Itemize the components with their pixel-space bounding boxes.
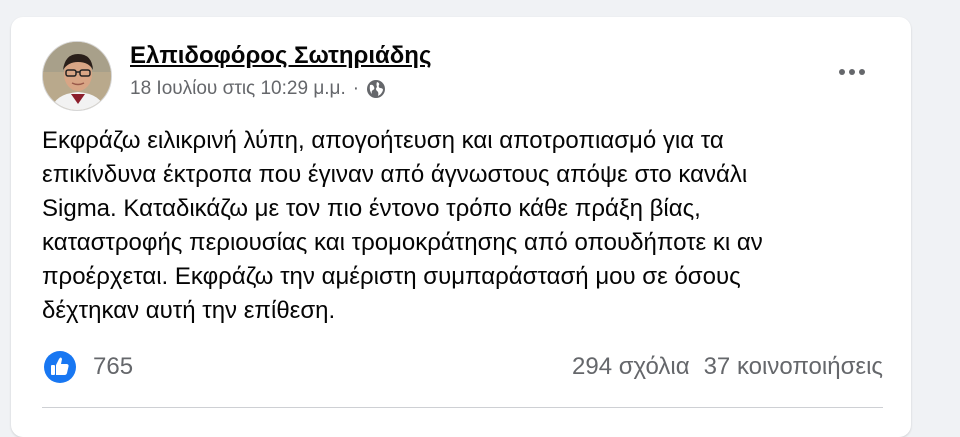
- engagement-counts: 294 σχόλια 37 κοινοποιήσεις: [572, 353, 883, 381]
- post-text-line: επικίνδυνα έκτροπα που έγιναν από άγνωστ…: [42, 161, 748, 188]
- more-options-icon-dot: [849, 69, 855, 75]
- more-options-icon-dot: [859, 69, 865, 75]
- author-avatar[interactable]: [42, 41, 112, 111]
- reactions-summary[interactable]: 765: [44, 351, 133, 383]
- globe-icon[interactable]: [366, 79, 386, 99]
- avatar-photo: [43, 42, 111, 110]
- post-text-line: δέχτηκαν αυτή την επίθεση.: [42, 297, 336, 324]
- post-meta: 18 Ιουλίου στις 10:29 μ.μ. ·: [130, 78, 386, 100]
- reaction-count: 765: [93, 353, 134, 380]
- post-text-line: προέρχεται. Εκφράζω την αμέριστη συμπαρά…: [42, 263, 741, 290]
- timestamp-link[interactable]: 18 Ιουλίου στις 10:29 μ.μ.: [130, 78, 346, 100]
- action-bar-divider: [42, 407, 883, 408]
- post-card: Ελπιδοφόρος Σωτηριάδης 18 Ιουλίου στις 1…: [11, 17, 911, 437]
- more-options-button[interactable]: [832, 55, 872, 89]
- author-name-link[interactable]: Ελπιδοφόρος Σωτηριάδης: [130, 42, 431, 70]
- post-text-line: Sigma. Καταδικάζω με τον πιο έντονο τρόπ…: [42, 195, 701, 222]
- post-text-line: καταστροφής περιουσίας και τρομοκράτησης…: [42, 229, 763, 256]
- comments-count-link[interactable]: 294 σχόλια: [572, 353, 690, 381]
- meta-separator: ·: [352, 78, 360, 99]
- more-options-icon: [839, 69, 845, 75]
- shares-count-link[interactable]: 37 κοινοποιήσεις: [704, 353, 883, 381]
- post-text: Εκφράζω ειλικρινή λύπη, απογοήτευση και …: [42, 124, 892, 328]
- like-icon: [44, 351, 76, 383]
- post-text-line: Εκφράζω ειλικρινή λύπη, απογοήτευση και …: [42, 127, 724, 154]
